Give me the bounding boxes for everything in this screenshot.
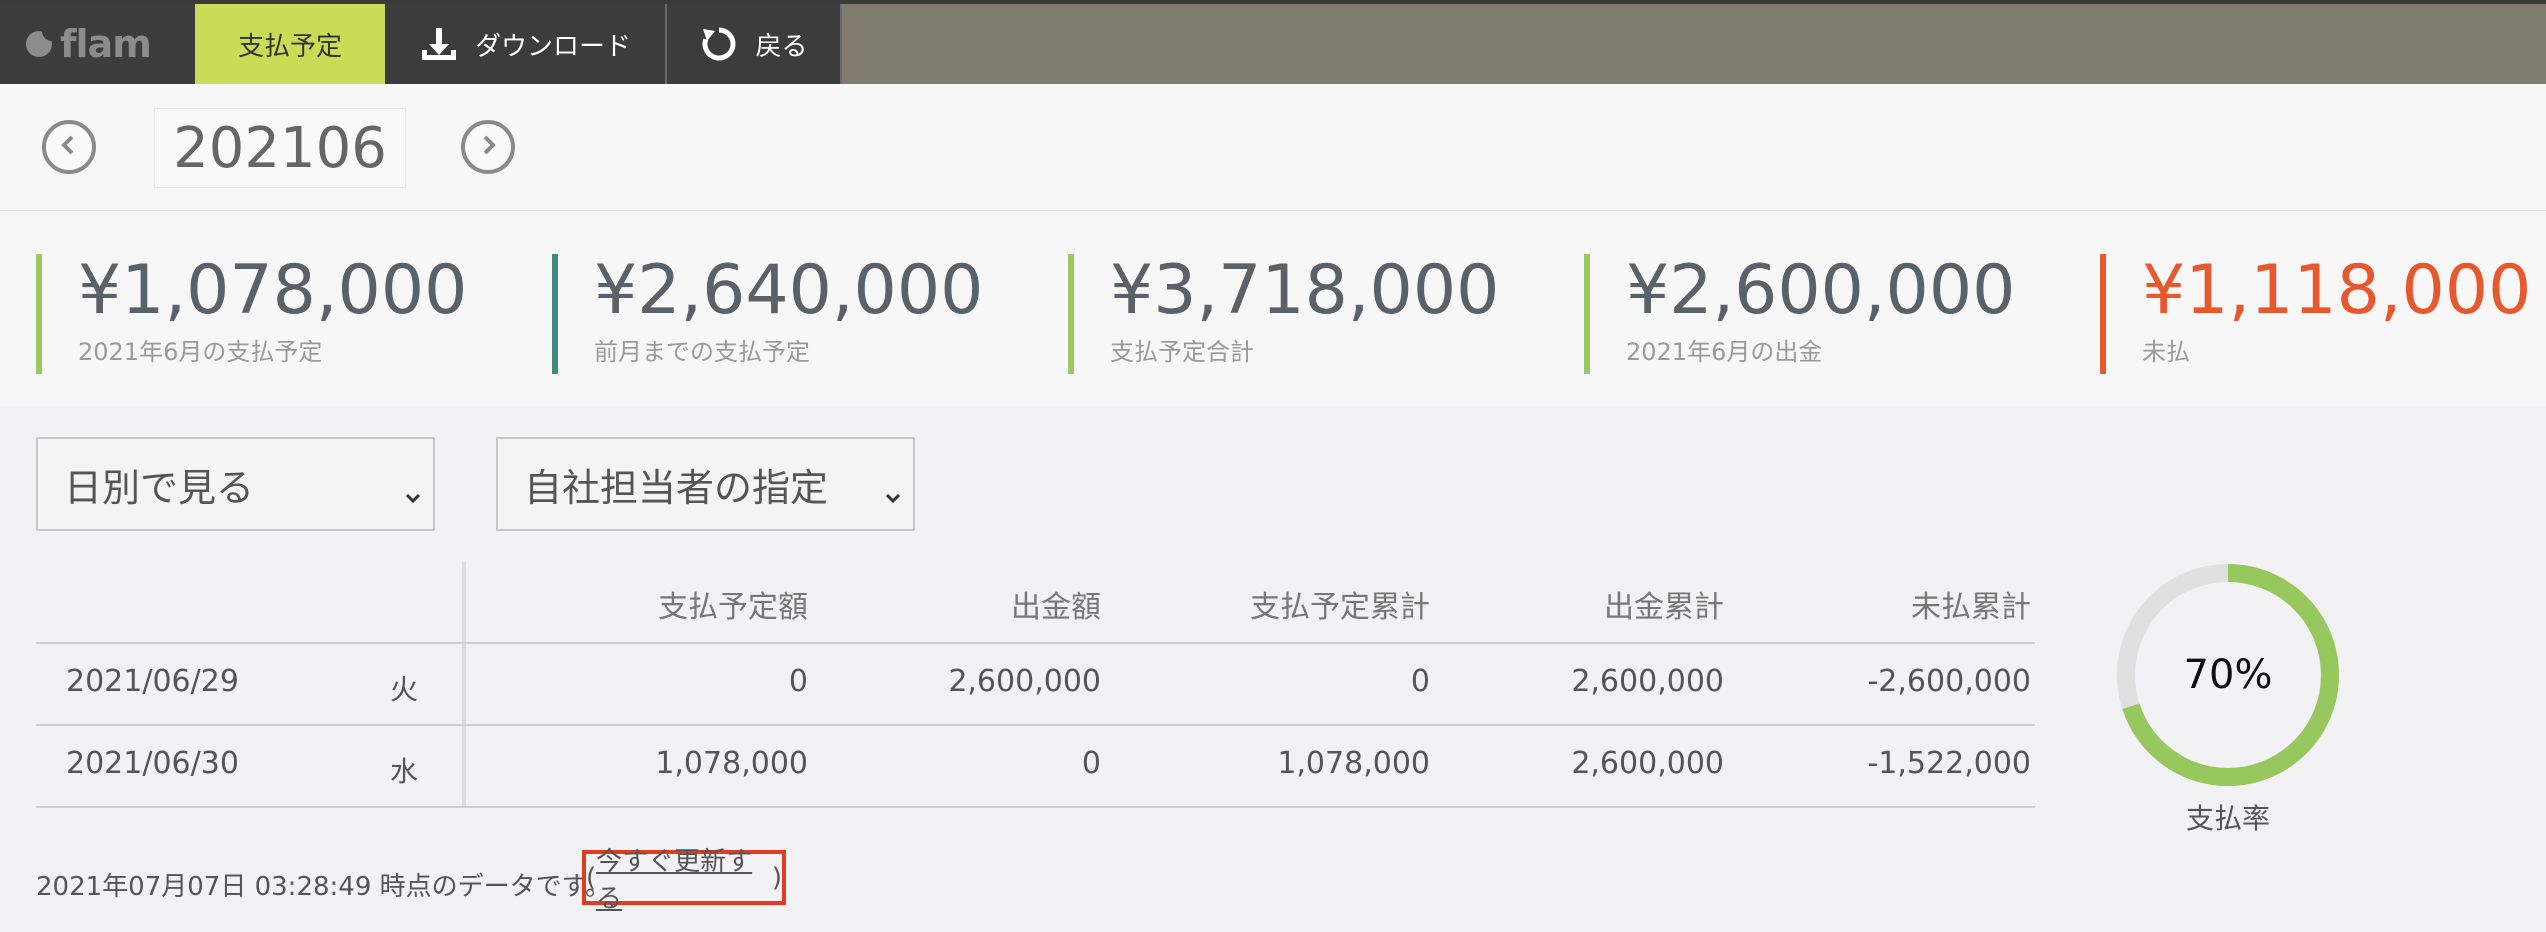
- col-header-scheduled: 支払予定額: [658, 590, 808, 625]
- table-header: 支払予定額 出金額 支払予定累計 出金累計 未払累計: [36, 560, 2035, 644]
- cell-payout-cumulative: 2,600,000: [1571, 746, 1724, 781]
- cell-scheduled: 0: [788, 664, 808, 699]
- cell-weekday: 火: [390, 673, 419, 706]
- period-selector: 202106: [0, 84, 2546, 211]
- summary-stats: ¥1,078,000 2021年6月の支払予定 ¥2,640,000 前月までの…: [0, 211, 2546, 406]
- cell-payout: 2,600,000: [948, 664, 1101, 699]
- update-now-link-box: ( 今すぐ更新する ): [582, 847, 786, 914]
- stat-label: 前月までの支払予定: [594, 338, 810, 366]
- timestamp-text: 2021年07月07日 03:28:49 時点のデータです。: [36, 872, 612, 902]
- data-timestamp: 2021年07月07日 03:28:49 時点のデータです。: [36, 866, 611, 903]
- download-icon: [419, 24, 459, 64]
- chevron-down-icon: [883, 473, 903, 517]
- update-now-link[interactable]: 今すぐ更新する: [596, 841, 772, 915]
- cell-payout: 0: [1081, 746, 1101, 781]
- cell-unpaid-cumulative: -2,600,000: [1867, 664, 2031, 699]
- select-value: 自社担当者の指定: [524, 465, 829, 510]
- gauge-percent: 70%: [2183, 652, 2273, 698]
- tab-label: ダウンロード: [474, 31, 631, 62]
- logo-text: flam: [60, 22, 152, 66]
- prev-period-button[interactable]: [42, 120, 96, 174]
- stat-monthly-payout: ¥2,600,000 2021年6月の出金: [1584, 254, 2015, 374]
- paren-open: (: [586, 862, 597, 893]
- stat-monthly-schedule: ¥1,078,000 2021年6月の支払予定: [36, 254, 467, 374]
- cell-unpaid-cumulative: -1,522,000: [1867, 746, 2031, 781]
- tab-back[interactable]: 戻る: [667, 4, 840, 84]
- col-header-payout-cumulative: 出金累計: [1604, 590, 1724, 625]
- paren-close: ): [771, 862, 782, 893]
- stat-value: ¥1,078,000: [78, 251, 468, 330]
- chevron-left-icon: [58, 134, 80, 160]
- col-header-unpaid-cumulative: 未払累計: [1911, 590, 2031, 625]
- col-header-payout: 出金額: [1011, 590, 1101, 625]
- stat-label: 2021年6月の支払予定: [78, 338, 323, 366]
- cell-scheduled: 1,078,000: [655, 746, 808, 781]
- chevron-down-icon: [403, 473, 423, 517]
- payment-rate-gauge: 70%: [2113, 560, 2343, 790]
- stat-value: ¥2,640,000: [594, 251, 984, 330]
- stat-label: 2021年6月の出金: [1626, 338, 1823, 366]
- cell-payout-cumulative: 2,600,000: [1571, 664, 1724, 699]
- table-row: 2021/06/29 火 0 2,600,000 0 2,600,000 -2,…: [36, 644, 2035, 726]
- tab-label: 支払予定: [237, 31, 342, 62]
- period-value: 202106: [154, 108, 406, 188]
- stat-schedule-total: ¥3,718,000 支払予定合計: [1068, 254, 1499, 374]
- cell-scheduled-cumulative: 0: [1410, 664, 1430, 699]
- app-logo[interactable]: flam: [0, 4, 195, 84]
- cell-scheduled-cumulative: 1,078,000: [1277, 746, 1430, 781]
- stat-value: ¥2,600,000: [1626, 251, 2016, 330]
- stat-value: ¥3,718,000: [1110, 251, 1500, 330]
- gauge-label: 支払率: [2185, 802, 2270, 835]
- refresh-icon: [699, 24, 739, 64]
- stat-label: 未払: [2142, 338, 2190, 366]
- stat-label: 支払予定合計: [1110, 338, 1254, 366]
- stat-value: ¥1,118,000: [2142, 251, 2532, 330]
- next-period-button[interactable]: [461, 120, 515, 174]
- tab-download[interactable]: ダウンロード: [385, 4, 665, 84]
- stat-unpaid: ¥1,118,000 未払: [2100, 254, 2531, 374]
- cell-date: 2021/06/29: [66, 664, 239, 699]
- table-row: 2021/06/30 水 1,078,000 0 1,078,000 2,600…: [36, 726, 2035, 808]
- tab-label: 戻る: [755, 31, 808, 62]
- tab-payment-schedule[interactable]: 支払予定: [195, 4, 385, 84]
- top-bar: flam 支払予定 ダウンロード 戻る: [0, 0, 2546, 84]
- cell-weekday: 水: [390, 755, 419, 788]
- logo-icon: [26, 29, 54, 57]
- select-value: 日別で見る: [64, 465, 255, 510]
- tab-divider: [840, 4, 842, 84]
- chevron-right-icon: [477, 134, 499, 160]
- col-header-scheduled-cumulative: 支払予定累計: [1250, 590, 1430, 625]
- view-mode-select[interactable]: 日別で見る: [36, 437, 435, 531]
- cell-date: 2021/06/30: [66, 746, 239, 781]
- person-select[interactable]: 自社担当者の指定: [496, 437, 915, 531]
- stat-prior-schedule: ¥2,640,000 前月までの支払予定: [552, 254, 983, 374]
